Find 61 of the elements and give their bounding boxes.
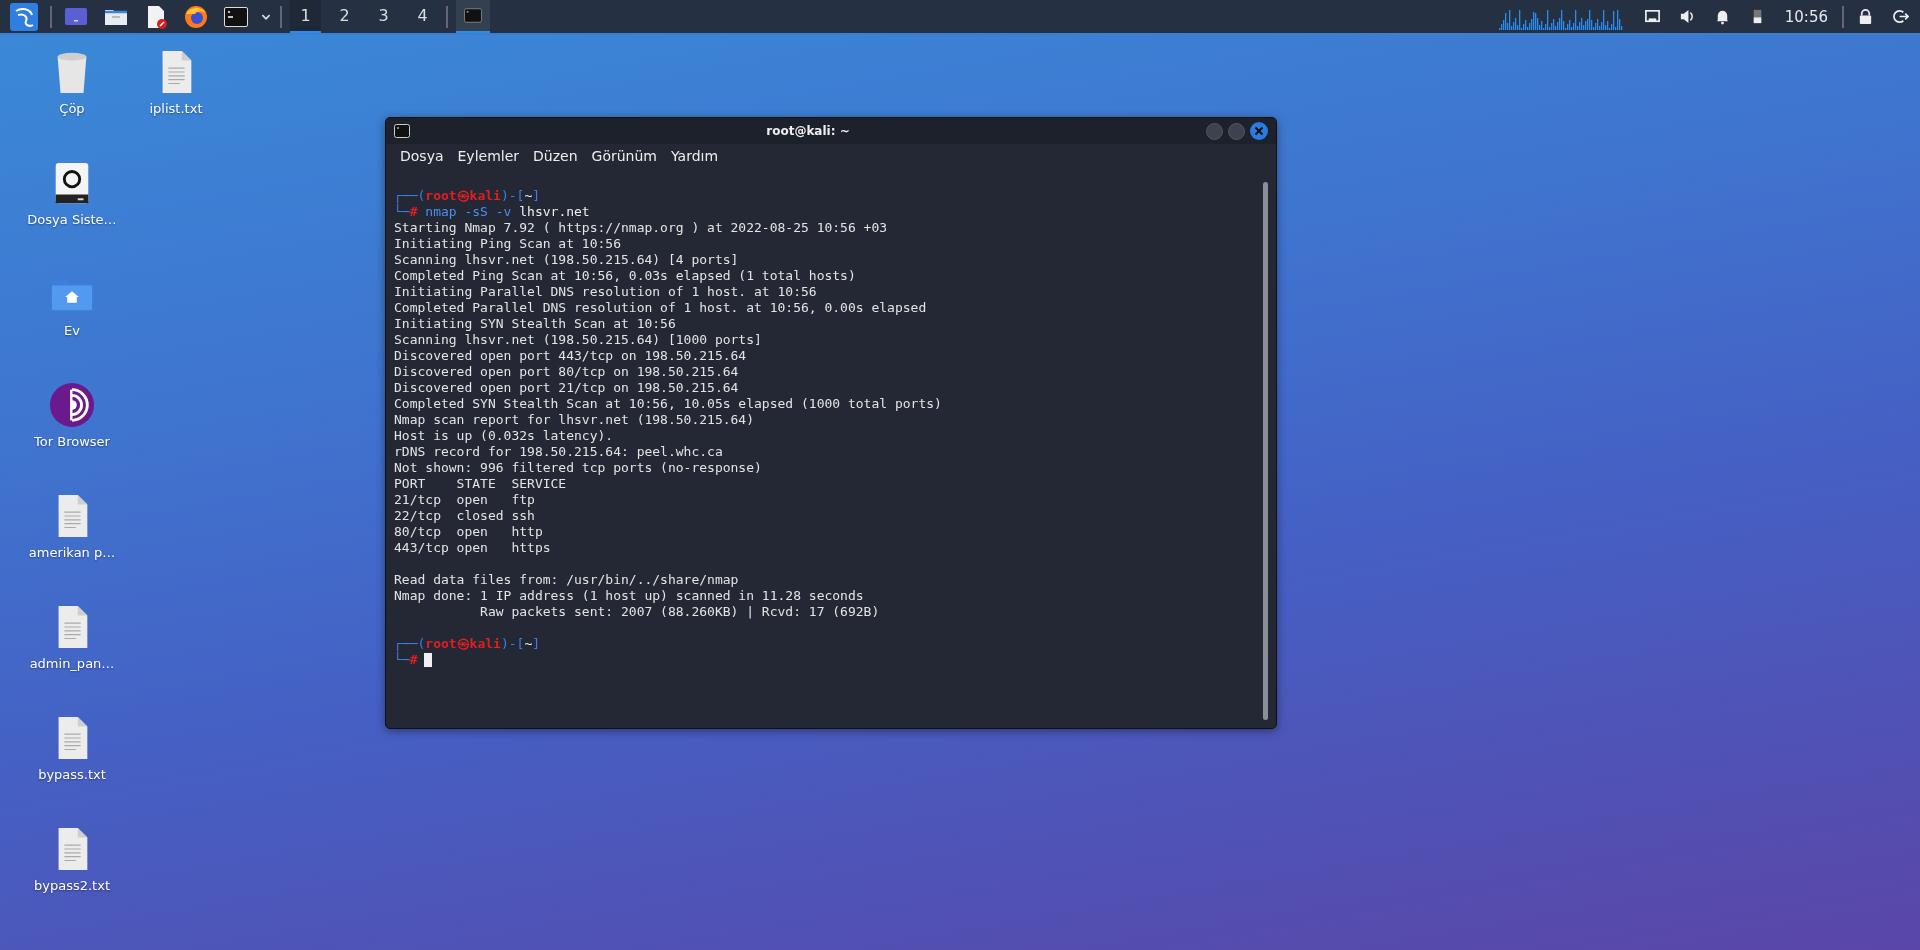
output-line: Scanning lhsvr.net (198.50.215.64) [1000 ports] — [394, 332, 763, 348]
terminal-icon — [394, 124, 410, 138]
menu-item[interactable]: Yardım — [671, 148, 719, 164]
output-line: Initiating Ping Scan at 10:56 — [394, 236, 622, 252]
output-line: Read data files from: /usr/bin/../share/nmap — [394, 572, 740, 588]
desktop-icon-label[interactable]: Tor Browser — [34, 434, 110, 449]
menu-item[interactable]: Düzen — [533, 148, 578, 164]
output-line: 22/tcp closed ssh — [394, 508, 536, 524]
output-line: Discovered open port 80/tcp on 198.50.215.64 — [394, 364, 740, 380]
command-line: └─# — [394, 652, 418, 668]
volume-icon[interactable] — [1678, 8, 1696, 25]
desktop-icon-label[interactable]: admin_pan… — [29, 656, 115, 671]
output-line: 21/tcp open ftp — [394, 492, 536, 508]
output-line: 443/tcp open https — [394, 540, 552, 556]
desktop-icon-label[interactable]: Dosya Siste… — [27, 212, 117, 227]
output-line: Nmap scan report for lhsvr.net (198.50.215.64) — [394, 412, 756, 428]
terminal-icon — [464, 8, 482, 23]
desktop-icon-label[interactable]: bypass2.txt — [34, 878, 110, 893]
logout-icon[interactable] — [1892, 8, 1909, 25]
output-line: Scanning lhsvr.net (198.50.215.64) [4 ports] — [394, 252, 740, 268]
output-line: 80/tcp open http — [394, 524, 544, 540]
network-icon[interactable] — [1643, 8, 1661, 25]
close-button[interactable] — [1250, 122, 1268, 140]
desktop-icon-label[interactable]: bypass.txt — [38, 767, 106, 782]
output-line: Discovered open port 21/tcp on 198.50.215.64 — [394, 380, 740, 396]
workspace-button[interactable]: 1 — [290, 0, 321, 33]
output-line: rDNS record for 198.50.215.64: peel.whc.ca — [394, 444, 724, 460]
clock[interactable]: 10:56 — [1784, 7, 1828, 26]
output-line: Completed Ping Scan at 10:56, 0.03s elapsed (1 total hosts) — [394, 268, 857, 284]
lock-icon[interactable] — [1857, 8, 1874, 25]
menu-item[interactable]: Dosya — [400, 148, 444, 164]
output-line: Host is up (0.032s latency). — [394, 428, 615, 444]
workspace-button[interactable]: 3 — [368, 0, 399, 33]
output-line: Initiating SYN Stealth Scan at 10:56 — [394, 316, 677, 332]
output-line: Nmap done: 1 IP address (1 host up) scanned in 11.28 seconds — [394, 588, 865, 604]
prompt-line: ┌──(root㉿kali)-[~] — [394, 636, 542, 652]
workspace-button[interactable]: 2 — [329, 0, 360, 33]
workspace-button[interactable]: 4 — [407, 0, 438, 33]
menu-item[interactable]: Görünüm — [591, 148, 657, 164]
dragon-menu-icon[interactable] — [10, 2, 38, 31]
output-line: Not shown: 996 filtered tcp ports (no-response) — [394, 460, 763, 476]
command-line: └─# nmap -sS -v lhsvr.net — [394, 204, 590, 220]
menu-item[interactable]: Eylemler — [457, 148, 520, 164]
onion-icon[interactable] — [49, 382, 95, 428]
scrollbar[interactable] — [1263, 182, 1268, 720]
output-line: Discovered open port 443/tcp on 198.50.215.64 — [394, 348, 748, 364]
desktop-icon-label[interactable]: Ev — [64, 323, 80, 338]
output-line: PORT STATE SERVICE — [394, 476, 568, 492]
output-line: Completed SYN Stealth Scan at 10:56, 10.05s elapsed (1000 total ports) — [394, 396, 943, 412]
output-line: Raw packets sent: 2007 (88.260KB) | Rcvd: 17 (692B) — [479, 604, 881, 620]
terminal-task-button[interactable] — [456, 0, 490, 33]
desktop-icon-label[interactable]: Çöp — [59, 101, 85, 116]
output-line: Starting Nmap 7.92 ( https://nmap.org ) at 2022-08-25 10:56 +03 — [394, 220, 889, 236]
browser-icon[interactable] — [184, 4, 208, 29]
output-line: Completed Parallel DNS resolution of 1 host. at 10:56, 0.00s elapsed — [394, 300, 928, 316]
desktop-icon-label[interactable]: amerikan p… — [28, 545, 116, 560]
output-line: Initiating Parallel DNS resolution of 1 host. at 10:56 — [394, 284, 818, 300]
window-title: root@kali: ~ — [765, 124, 851, 138]
desktop-icon-label[interactable]: iplist.txt — [149, 101, 203, 116]
prompt-line: ┌──(root㉿kali)-[~] — [394, 188, 542, 204]
terminal-icon[interactable] — [224, 4, 248, 29]
